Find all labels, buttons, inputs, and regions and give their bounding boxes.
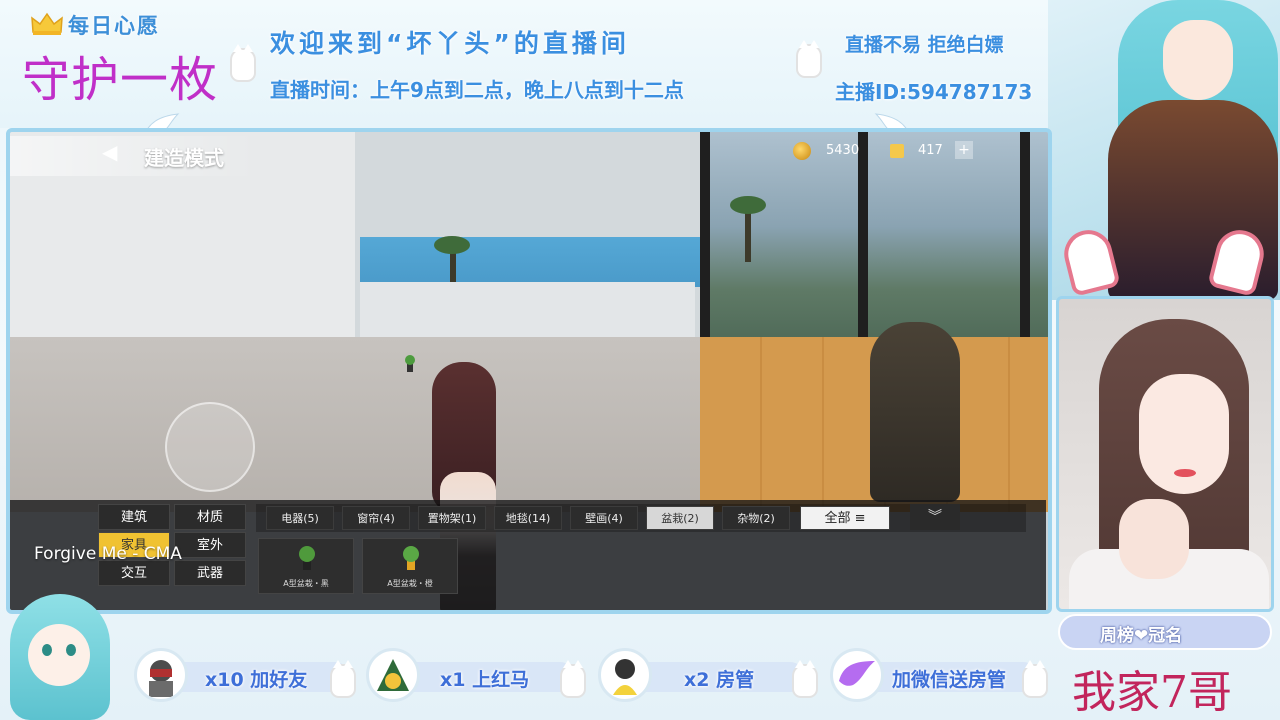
sponsor-name: 我家7哥 (1072, 667, 1232, 718)
gift-avatar (830, 648, 884, 702)
anime-character-art (1048, 0, 1280, 300)
npc-character (840, 322, 970, 522)
gift-label: 加微信送房管 (892, 669, 1007, 691)
crown-icon (31, 12, 63, 35)
streamer-id: 主播ID:594787173 (835, 80, 1033, 104)
daily-wish-title: 每日心愿 (68, 14, 160, 38)
window-frame (700, 132, 710, 342)
add-currency-button[interactable]: + (955, 141, 973, 159)
scene-sea (360, 237, 700, 287)
stream-schedule: 直播时间：上午9点到二点，晚上八点到十二点 (270, 78, 684, 102)
cat-icon (1022, 660, 1048, 698)
sub-tab[interactable]: 地毯(14) (494, 506, 562, 530)
sub-tab[interactable]: 电器(5) (266, 506, 334, 530)
furniture-item-card[interactable]: A型盆栽・橙 (362, 538, 458, 594)
ticket-icon (890, 144, 904, 158)
cat-icon (560, 660, 586, 698)
category-button[interactable]: 武器 (174, 560, 246, 586)
palm-leaves (434, 236, 470, 254)
build-mode-title: 建造模式 (144, 146, 224, 170)
cat-icon (230, 44, 256, 82)
cat-icon (796, 40, 822, 78)
back-arrow-icon[interactable]: ◀ (102, 140, 117, 164)
gift-label: x2 房管 (684, 669, 755, 691)
gift-label: x10 加好友 (205, 669, 308, 691)
gift-avatar (366, 648, 420, 702)
gift-avatar (598, 648, 652, 702)
window-frame (858, 132, 868, 342)
virtual-joystick[interactable] (165, 402, 255, 492)
item-label: A型盆栽・橙 (387, 579, 433, 588)
window-frame (1020, 132, 1030, 342)
potted-plant-icon (299, 546, 315, 570)
item-label: A型盆栽・黑 (283, 579, 329, 588)
sub-tab-active[interactable]: 盆栽(2) (646, 506, 714, 530)
cat-icon (792, 660, 818, 698)
stream-motto: 直播不易 拒绝白嫖 (845, 34, 1004, 56)
weekly-ranking-label: 周榜❤冠名 (1100, 626, 1183, 646)
coin-balance: 5430 (826, 143, 860, 158)
category-button[interactable]: 室外 (174, 532, 246, 558)
all-filter-button[interactable]: 全部 ≡ (800, 506, 890, 530)
game-viewport[interactable]: ◀ 建造模式 5430 417 + 建筑 材质 家具 室外 交互 武器 电器(5… (6, 128, 1052, 614)
gift-avatar (134, 648, 188, 702)
coin-icon (793, 142, 811, 160)
layers-icon: ≡ (854, 511, 866, 526)
sub-tab[interactable]: 窗帘(4) (342, 506, 410, 530)
collapse-chevron-icon[interactable]: ︾ (910, 504, 960, 530)
horse-gift-icon (377, 659, 409, 691)
music-title-overlay: Forgive Me - CMA (34, 544, 182, 564)
sub-tab[interactable]: 杂物(2) (722, 506, 790, 530)
potted-plant-object[interactable] (405, 354, 415, 372)
category-button[interactable]: 建筑 (98, 504, 170, 530)
potted-plant-icon (403, 546, 419, 570)
palm-leaves (730, 196, 766, 214)
scene-window (700, 132, 1048, 342)
sub-tab[interactable]: 壁画(4) (570, 506, 638, 530)
ticket-balance: 417 (918, 143, 943, 158)
wings-gift-icon (839, 661, 875, 686)
daily-wish-value: 守护一枚 (22, 52, 219, 108)
gift-label: x1 上红马 (440, 669, 530, 691)
soldier-gift-icon (149, 660, 173, 697)
sub-tab[interactable]: 置物架(1) (418, 506, 486, 530)
furniture-item-card[interactable]: A型盆栽・黑 (258, 538, 354, 594)
webcam-feed (1056, 296, 1274, 612)
scene-ledge (360, 282, 695, 337)
helmet-gift-icon (613, 659, 637, 695)
welcome-banner: 欢迎来到“坏丫头”的直播间 (270, 29, 630, 58)
cat-icon (330, 660, 356, 698)
category-button[interactable]: 材质 (174, 504, 246, 530)
all-filter-label: 全部 (824, 511, 851, 526)
chibi-mascot (0, 584, 130, 720)
